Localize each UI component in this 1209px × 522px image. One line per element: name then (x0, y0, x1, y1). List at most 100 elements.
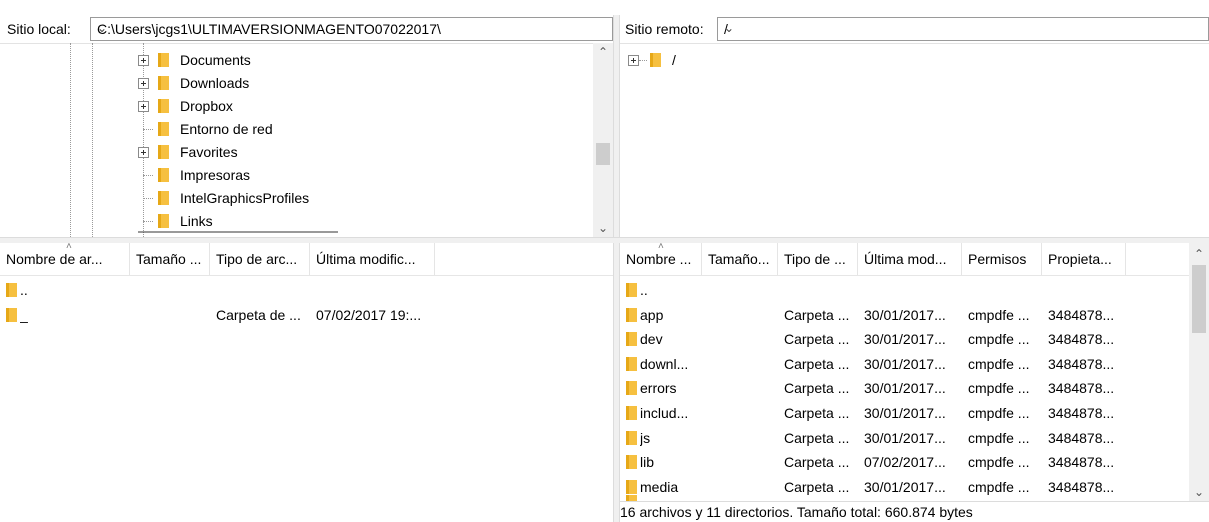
cell-owner: 3484878... (1048, 405, 1115, 421)
folder-icon (626, 455, 637, 470)
folder-icon (626, 430, 637, 445)
folder-icon (650, 53, 661, 67)
tree-item[interactable]: Dropbox (0, 95, 590, 117)
scroll-thumb[interactable] (1192, 265, 1206, 333)
expand-icon[interactable] (628, 55, 639, 66)
folder-icon (626, 332, 637, 347)
cell-owner: 3484878... (1048, 331, 1115, 348)
column-header-1[interactable]: Tamaño... (702, 243, 778, 275)
expand-icon[interactable] (138, 78, 149, 89)
remote-site-label: Sitio remoto: (625, 21, 704, 37)
tree-item-label: / (672, 52, 676, 68)
tree-item[interactable]: Entorno de red (0, 118, 590, 140)
list-item[interactable]: includ... Carpeta ... 30/01/2017... cmpdfe … (620, 401, 1189, 425)
tree-item-label: Favorites (180, 144, 238, 160)
local-file-list: Nombre de ar... Tamaño ... Tipo de arc... Ú… (0, 243, 613, 522)
tree-guide (143, 198, 153, 199)
cell-perms: cmpdfe ... (968, 405, 1030, 421)
column-header-3[interactable]: Última mod... (858, 243, 962, 275)
scroll-thumb[interactable] (596, 143, 610, 165)
list-item[interactable]: .. (0, 278, 593, 302)
cell-modified: 30/01/2017... (864, 429, 946, 446)
list-item[interactable]: downl... Carpeta ... 30/01/2017... cmpdfe .… (620, 352, 1189, 376)
pane-splitter[interactable] (613, 243, 620, 522)
tree-item-label: Links (180, 213, 213, 229)
tree-item-label: Dropbox (180, 98, 233, 114)
folder-icon (626, 381, 637, 396)
pane-splitter[interactable] (613, 15, 620, 237)
tree-guide (143, 129, 153, 130)
expand-icon[interactable] (138, 55, 149, 66)
cell-perms: cmpdfe ... (968, 306, 1030, 323)
favorites-icon (158, 145, 169, 159)
tree-item-label: IntelGraphicsProfiles (180, 190, 310, 206)
remote-file-list: Nombre ... Tamaño... Tipo de ... Última mod… (620, 243, 1209, 502)
column-header-3[interactable]: Última modific... (310, 243, 435, 275)
cell-modified: 30/01/2017... (864, 405, 946, 421)
list-item[interactable]: app Carpeta ... 30/01/2017... cmpdfe ... 348… (620, 303, 1189, 327)
cell-modified: 07/02/2017... (864, 454, 946, 471)
chevron-down-icon[interactable]: ⌄ (97, 21, 608, 35)
cell-name: lib (640, 454, 655, 471)
column-header-1[interactable]: Tamaño ... (130, 243, 210, 275)
tree-item[interactable]: / (620, 49, 920, 71)
local-column-header: Nombre de ar... Tamaño ... Tipo de arc... Ú… (0, 243, 613, 276)
local-path-input[interactable]: C:\Users\jcgs1\ULTIMAVERSIONMAGENTO07022… (90, 17, 613, 41)
tree-guide (143, 221, 153, 222)
folder-icon (626, 307, 637, 322)
tree-item[interactable]: Downloads (0, 72, 590, 94)
list-item[interactable]: dev Carpeta ... 30/01/2017... cmpdfe ... 348… (620, 327, 1189, 351)
remote-tree-pane: Sitio remoto: / ⌄ / (620, 15, 1209, 237)
list-item[interactable]: errors Carpeta ... 30/01/2017... cmpdfe ...… (620, 376, 1189, 400)
scroll-down-icon[interactable]: ⌄ (1194, 485, 1204, 499)
tree-item[interactable]: IntelGraphicsProfiles (0, 187, 590, 209)
list-item[interactable]: lib Carpeta ... 07/02/2017... cmpdfe ... 348… (620, 450, 1189, 474)
expand-icon[interactable] (138, 147, 149, 158)
remote-path-input[interactable]: / ⌄ (717, 17, 1209, 41)
cell-perms: cmpdfe ... (968, 331, 1030, 348)
column-header-2[interactable]: Tipo de ... (778, 243, 858, 275)
cell-perms: cmpdfe ... (968, 429, 1030, 446)
scroll-down-icon[interactable]: ⌄ (598, 221, 608, 235)
scroll-up-icon[interactable]: ⌃ (1194, 247, 1204, 261)
sort-ascending-icon: ˄ (658, 243, 664, 252)
chevron-down-icon[interactable]: ⌄ (724, 21, 1204, 35)
list-item[interactable]: js Carpeta ... 30/01/2017... cmpdfe ... 3484… (620, 426, 1189, 450)
links-icon (158, 214, 169, 228)
tree-item[interactable]: Links (0, 210, 590, 232)
folder-icon (626, 356, 637, 371)
cell-type: Carpeta ... (784, 454, 850, 471)
cell-perms: cmpdfe ... (968, 380, 1030, 397)
tree-item-label: Entorno de red (180, 121, 273, 137)
cell-name: errors (640, 380, 677, 397)
cell-modified: 30/01/2017... (864, 478, 946, 495)
column-header-2[interactable]: Tipo de arc... (210, 243, 310, 275)
downloads-icon (158, 76, 169, 90)
cell-type: Carpeta ... (784, 306, 850, 323)
cell-owner: 3484878... (1048, 429, 1115, 446)
remote-list-scrollbar[interactable]: ⌃ ⌄ (1189, 243, 1209, 501)
remote-column-header: Nombre ... Tamaño... Tipo de ... Última mod… (620, 243, 1209, 276)
tree-guide (143, 175, 153, 176)
tree-item[interactable]: Impresoras (0, 164, 590, 186)
expand-icon[interactable] (138, 101, 149, 112)
cell-type: Carpeta ... (784, 429, 850, 446)
tree-item[interactable]: Favorites (0, 141, 590, 163)
column-header-0[interactable]: Nombre de ar... (0, 243, 130, 275)
cell-name: app (640, 306, 664, 323)
column-header-5[interactable]: Propieta... (1042, 243, 1126, 275)
list-item[interactable]: _ Carpeta de ... 07/02/2017 19:... (0, 303, 593, 327)
list-item[interactable]: .. (620, 278, 1189, 302)
remote-site-bar: Sitio remoto: / ⌄ (620, 15, 1209, 44)
cell-modified: 30/01/2017... (864, 355, 946, 372)
scroll-up-icon[interactable]: ⌃ (598, 45, 608, 59)
local-tree-scrollbar[interactable]: ⌃ ⌄ (593, 43, 613, 237)
cell-owner: 3484878... (1048, 454, 1115, 471)
tree-item-label: Documents (180, 52, 251, 68)
column-header-4[interactable]: Permisos (962, 243, 1042, 275)
local-site-bar: Sitio local: C:\Users\jcgs1\ULTIMAVERSIO… (0, 15, 613, 44)
cell-owner: 3484878... (1048, 380, 1115, 397)
cell-perms: cmpdfe ... (968, 355, 1030, 372)
list-item[interactable]: media Carpeta ... 30/01/2017... cmpdfe ... 3… (620, 475, 1189, 499)
tree-item[interactable]: Documents (0, 49, 590, 71)
